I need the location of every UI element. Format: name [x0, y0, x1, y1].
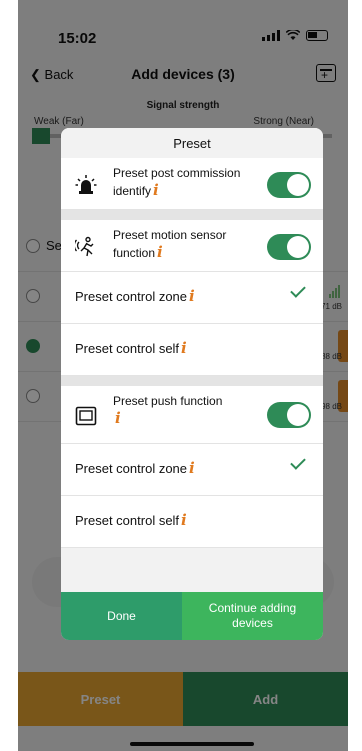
row-label: Preset push function i [113, 394, 223, 427]
option-label: Preset control self i [75, 511, 187, 529]
preset-push-function-row: Preset push function i [61, 386, 323, 444]
preset-dialog: Preset Preset post commission identifyi [61, 128, 323, 640]
option-label: Preset control zone i [75, 287, 195, 305]
push-control-self-option[interactable]: Preset control self i [61, 496, 323, 548]
option-label: Preset control self i [75, 339, 187, 357]
push-button-icon [75, 406, 97, 426]
checkmark-icon [290, 454, 306, 470]
phone-screen: 15:02 ❮ Back Add devices (3) + Signal st… [18, 0, 348, 751]
preset-motion-sensor-row: Preset motion sensor function i [61, 220, 323, 272]
continue-adding-devices-button[interactable]: Continue adding devices [182, 592, 323, 640]
siren-icon [75, 175, 97, 194]
info-icon[interactable]: i [181, 339, 187, 357]
info-icon[interactable]: i [189, 459, 195, 477]
section-divider [61, 376, 323, 386]
dialog-footer: Done Continue adding devices [61, 592, 323, 640]
done-button[interactable]: Done [61, 592, 182, 640]
info-icon[interactable]: i [189, 287, 195, 305]
section-divider [61, 210, 323, 220]
motion-control-self-option[interactable]: Preset control self i [61, 324, 323, 376]
post-commission-toggle[interactable] [267, 172, 311, 198]
row-label: Preset motion sensor function i [113, 228, 227, 261]
info-icon[interactable]: i [115, 409, 121, 427]
motion-control-zone-option[interactable]: Preset control zone i [61, 272, 323, 324]
motion-sensor-toggle[interactable] [267, 234, 311, 260]
push-function-toggle[interactable] [267, 402, 311, 428]
info-icon[interactable]: i [153, 181, 159, 199]
dialog-title: Preset [61, 128, 323, 158]
motion-sensor-icon [75, 236, 94, 257]
preset-post-commission-row: Preset post commission identify i [61, 158, 323, 210]
info-icon[interactable]: i [181, 511, 187, 529]
push-control-zone-option[interactable]: Preset control zone i [61, 444, 323, 496]
checkmark-icon [290, 282, 306, 298]
info-icon[interactable]: i [157, 243, 163, 261]
row-label: Preset post commission identify i [113, 166, 241, 199]
option-label: Preset control zone i [75, 459, 195, 477]
